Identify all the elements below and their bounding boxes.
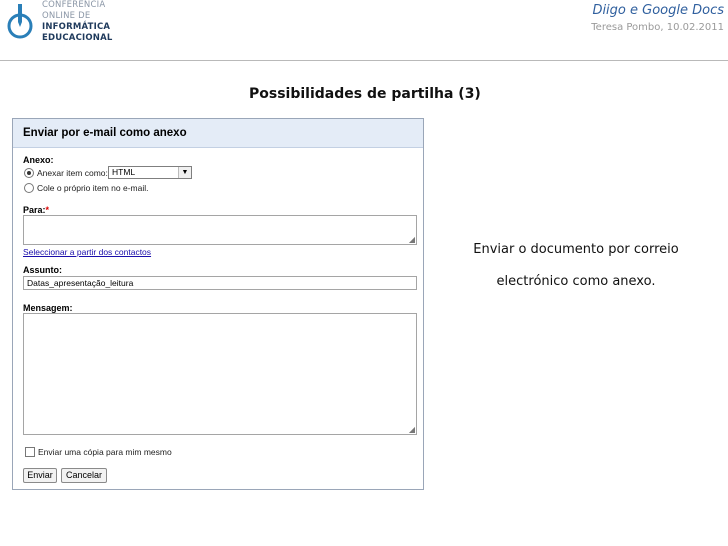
logo-pen-icon (7, 4, 33, 39)
message-textarea[interactable]: ◢ (23, 313, 417, 435)
to-label: Para:* (23, 205, 49, 215)
logo-line-3: INFORMÁTICA (42, 22, 111, 32)
send-copy-checkbox[interactable] (25, 447, 35, 457)
cancel-button[interactable]: Cancelar (61, 468, 107, 483)
header-divider (0, 60, 728, 61)
dialog-title: Enviar por e-mail como anexo (23, 127, 187, 139)
attach-format-value: HTML (112, 167, 136, 177)
paste-item-label: Cole o próprio item no e-mail. (37, 183, 149, 193)
to-label-text: Para: (23, 205, 46, 215)
conference-logo: CONFERÊNCIA ONLINE DE INFORMÁTICA EDUCAC… (6, 0, 116, 52)
attachment-label: Anexo: (23, 155, 54, 165)
select-contacts-link[interactable]: Seleccionar a partir dos contactos (23, 247, 151, 257)
to-field[interactable]: ◢ (23, 215, 417, 245)
attach-as-label: Anexar item como: (37, 168, 108, 178)
header-title: Diigo e Google Docs (592, 3, 724, 18)
resize-grip-icon[interactable]: ◢ (409, 236, 415, 244)
caption-line-2: electrónico como anexo. (496, 274, 656, 289)
logo-line-1: CONFERÊNCIA (42, 0, 106, 10)
slide-title: Possibilidades de partilha (3) (249, 86, 481, 102)
attach-as-radio[interactable] (24, 168, 34, 178)
send-button[interactable]: Enviar (23, 468, 57, 483)
caption-line-1: Enviar o documento por correio (473, 242, 679, 257)
dialog-header: Enviar por e-mail como anexo (13, 119, 423, 148)
logo-line-2: ONLINE DE (42, 11, 91, 21)
subject-label: Assunto: (23, 265, 62, 275)
attach-format-select[interactable]: HTML ▼ (108, 166, 192, 179)
header-subtitle: Teresa Pombo, 10.02.2011 (591, 22, 724, 33)
logo-line-4: EDUCACIONAL (42, 33, 113, 43)
required-mark: * (45, 205, 50, 215)
message-label: Mensagem: (23, 303, 73, 313)
logo-text: CONFERÊNCIA ONLINE DE INFORMÁTICA EDUCAC… (42, 0, 113, 44)
resize-grip-icon[interactable]: ◢ (409, 426, 415, 434)
send-copy-label: Enviar uma cópia para mim mesmo (38, 447, 172, 457)
slide-caption: Enviar o documento por correio electróni… (446, 234, 706, 298)
paste-item-radio[interactable] (24, 183, 34, 193)
subject-value: Datas_apresentação_leitura (27, 278, 134, 288)
email-attachment-dialog: Enviar por e-mail como anexo Anexo: Anex… (12, 118, 424, 490)
subject-input[interactable]: Datas_apresentação_leitura (23, 276, 417, 290)
chevron-down-icon: ▼ (178, 167, 191, 178)
